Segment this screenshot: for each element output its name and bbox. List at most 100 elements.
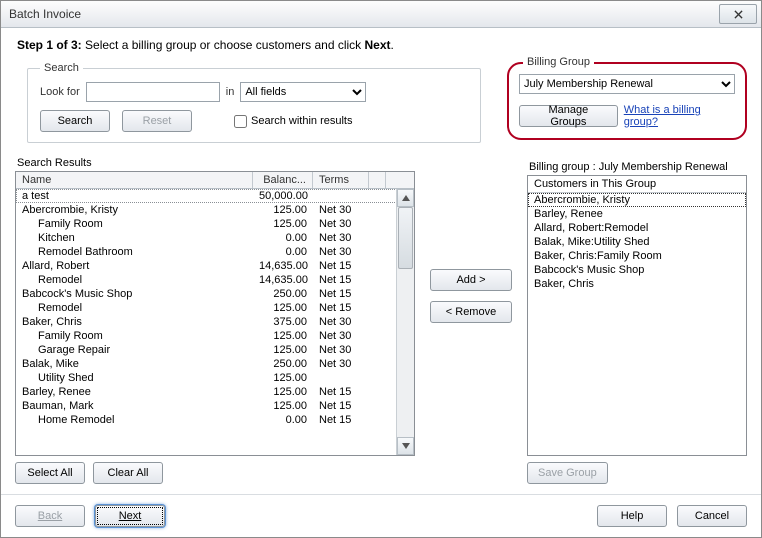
table-row[interactable]: Home Remodel0.00Net 15 — [16, 413, 397, 427]
billing-group-select[interactable]: July Membership Renewal — [519, 74, 735, 94]
help-button[interactable]: Help — [597, 505, 667, 527]
scroll-thumb[interactable] — [398, 207, 413, 269]
scroll-track[interactable] — [397, 207, 414, 437]
table-row[interactable]: Abercrombie, Kristy125.00Net 30 — [16, 203, 397, 217]
step-prefix: Step 1 of 3: — [17, 38, 82, 52]
search-results-grid[interactable]: Name Balanc... Terms a test50,000.00Aber… — [15, 171, 415, 456]
list-item[interactable]: Allard, Robert:Remodel — [528, 221, 746, 235]
table-row[interactable]: Allard, Robert14,635.00Net 15 — [16, 259, 397, 273]
cell-terms: Net 15 — [313, 385, 369, 399]
cell-balance: 250.00 — [253, 287, 313, 301]
table-row[interactable]: Balak, Mike250.00Net 30 — [16, 357, 397, 371]
col-header-balance[interactable]: Balanc... — [253, 172, 313, 188]
step-suffix: . — [391, 38, 394, 52]
cell-balance: 125.00 — [253, 329, 313, 343]
cell-balance: 0.00 — [253, 245, 313, 259]
table-row[interactable]: Remodel14,635.00Net 15 — [16, 273, 397, 287]
cell-terms: Net 15 — [313, 273, 369, 287]
add-button[interactable]: Add > — [430, 269, 512, 291]
cell-name: Balak, Mike — [16, 357, 253, 371]
search-legend: Search — [40, 62, 83, 74]
cell-name: Remodel — [16, 273, 253, 287]
cell-balance: 14,635.00 — [253, 273, 313, 287]
table-row[interactable]: Garage Repair125.00Net 30 — [16, 343, 397, 357]
list-item[interactable]: Balak, Mike:Utility Shed — [528, 235, 746, 249]
close-icon — [734, 10, 743, 19]
list-item[interactable]: Abercrombie, Kristy — [528, 193, 746, 207]
table-row[interactable]: Barley, Renee125.00Net 15 — [16, 385, 397, 399]
cell-balance: 125.00 — [253, 385, 313, 399]
step-text: Select a billing group or choose custome… — [82, 38, 365, 52]
grid-body: a test50,000.00Abercrombie, Kristy125.00… — [16, 189, 414, 455]
manage-groups-button[interactable]: Manage Groups — [519, 105, 618, 127]
clear-all-button[interactable]: Clear All — [93, 462, 163, 484]
select-all-button[interactable]: Select All — [15, 462, 85, 484]
scroll-up-icon[interactable] — [397, 189, 414, 207]
reset-button[interactable]: Reset — [122, 110, 192, 132]
cell-terms — [313, 189, 369, 203]
list-item[interactable]: Babcock's Music Shop — [528, 263, 746, 277]
col-header-name[interactable]: Name — [16, 172, 253, 188]
search-within-checkbox-wrap[interactable]: Search within results — [234, 115, 353, 128]
grid-vscrollbar[interactable] — [396, 189, 414, 455]
grid-header: Name Balanc... Terms — [16, 172, 414, 189]
remove-button[interactable]: < Remove — [430, 301, 512, 323]
billing-group-list-prefix: Billing group : — [529, 161, 599, 173]
cell-name: Remodel Bathroom — [16, 245, 253, 259]
billing-group-list-value: July Membership Renewal — [599, 161, 728, 173]
cell-terms: Net 15 — [313, 399, 369, 413]
billing-group-list-label: Billing group : July Membership Renewal — [529, 161, 747, 173]
what-is-billing-group-link[interactable]: What is a billing group? — [624, 104, 735, 128]
list-item[interactable]: Baker, Chris:Family Room — [528, 249, 746, 263]
cancel-button[interactable]: Cancel — [677, 505, 747, 527]
cell-balance: 250.00 — [253, 357, 313, 371]
table-row[interactable]: Family Room125.00Net 30 — [16, 329, 397, 343]
look-for-input[interactable] — [86, 82, 220, 102]
cell-name: Garage Repair — [16, 343, 253, 357]
table-row[interactable]: Remodel Bathroom0.00Net 30 — [16, 245, 397, 259]
cell-balance: 0.00 — [253, 413, 313, 427]
cell-name: Remodel — [16, 301, 253, 315]
table-row[interactable]: Bauman, Mark125.00Net 15 — [16, 399, 397, 413]
in-label: in — [226, 86, 235, 98]
next-button[interactable]: Next — [95, 505, 165, 527]
search-results-label: Search Results — [17, 157, 415, 169]
list-item[interactable]: Barley, Renee — [528, 207, 746, 221]
table-row[interactable]: Remodel125.00Net 15 — [16, 301, 397, 315]
billing-group-customer-list[interactable]: Customers in This Group Abercrombie, Kri… — [527, 175, 747, 456]
table-row[interactable]: Kitchen0.00Net 30 — [16, 231, 397, 245]
cell-terms: Net 30 — [313, 245, 369, 259]
billing-group-legend: Billing Group — [523, 56, 594, 68]
table-row[interactable]: a test50,000.00 — [16, 189, 397, 203]
table-row[interactable]: Babcock's Music Shop250.00Net 15 — [16, 287, 397, 301]
cell-balance: 0.00 — [253, 231, 313, 245]
table-row[interactable]: Baker, Chris375.00Net 30 — [16, 315, 397, 329]
window-close-button[interactable] — [719, 4, 757, 24]
wizard-footer: Back Next Help Cancel — [1, 494, 761, 537]
search-within-label: Search within results — [251, 115, 353, 127]
search-button[interactable]: Search — [40, 110, 110, 132]
cell-terms: Net 30 — [313, 203, 369, 217]
cell-balance: 125.00 — [253, 371, 313, 385]
cell-balance: 125.00 — [253, 343, 313, 357]
search-within-checkbox[interactable] — [234, 115, 247, 128]
search-field-select[interactable]: All fields — [240, 82, 366, 102]
cell-balance: 125.00 — [253, 399, 313, 413]
cell-balance: 125.00 — [253, 301, 313, 315]
scroll-down-icon[interactable] — [397, 437, 414, 455]
table-row[interactable]: Family Room125.00Net 30 — [16, 217, 397, 231]
table-row[interactable]: Utility Shed125.00 — [16, 371, 397, 385]
cell-terms — [313, 371, 369, 385]
look-for-label: Look for — [40, 86, 80, 98]
back-button[interactable]: Back — [15, 505, 85, 527]
cell-balance: 125.00 — [253, 203, 313, 217]
cell-name: Family Room — [16, 329, 253, 343]
list-item[interactable]: Baker, Chris — [528, 277, 746, 291]
col-header-scroll — [369, 172, 386, 188]
cell-name: Family Room — [16, 217, 253, 231]
cell-terms: Net 30 — [313, 217, 369, 231]
search-fieldset: Search Look for in All fields Search Res… — [27, 62, 481, 143]
cell-name: Home Remodel — [16, 413, 253, 427]
save-group-button[interactable]: Save Group — [527, 462, 608, 484]
col-header-terms[interactable]: Terms — [313, 172, 369, 188]
